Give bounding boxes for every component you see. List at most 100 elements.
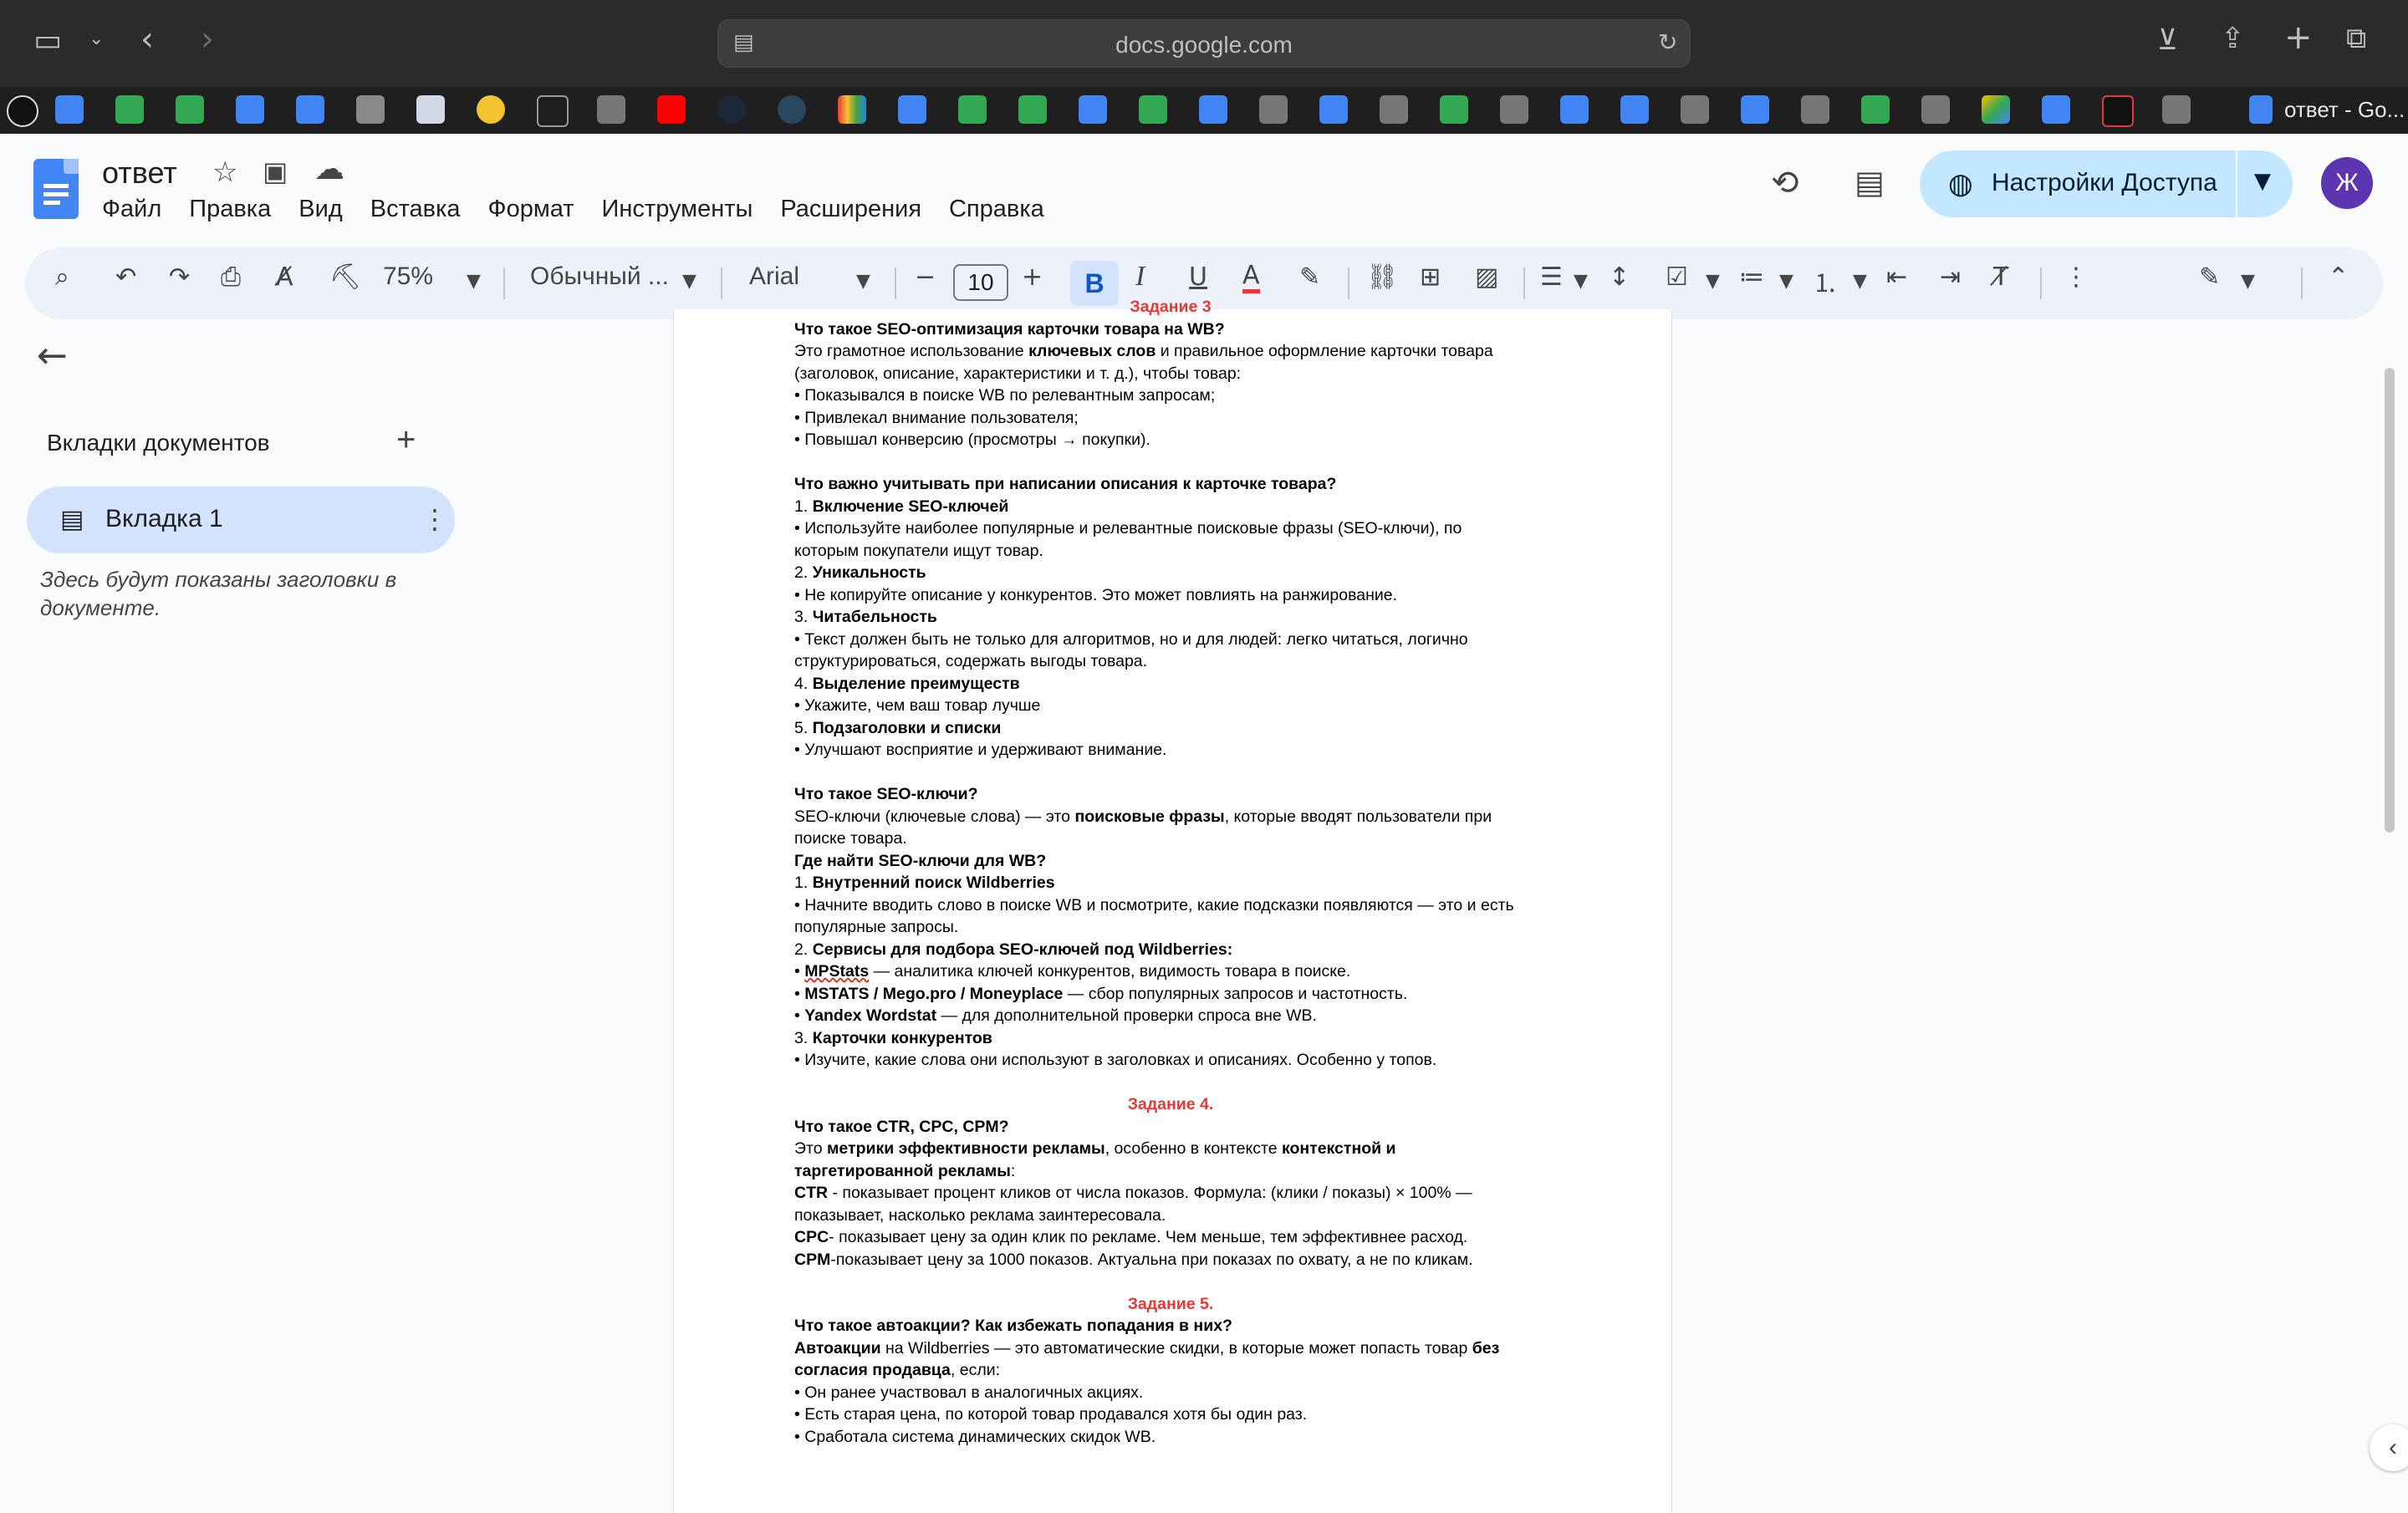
bookmark-28[interactable] [1620, 95, 1649, 124]
edit-mode-chevron-icon[interactable]: ▼ [2241, 271, 2255, 292]
bookmark-27[interactable] [1560, 95, 1589, 124]
highlight-icon[interactable]: ✎ [1299, 262, 1320, 292]
checklist-icon[interactable]: ☑ [1666, 262, 1688, 292]
bookmark-8[interactable] [416, 95, 445, 124]
checklist-chevron-icon[interactable]: ▼ [1706, 271, 1720, 292]
bullet-list-icon[interactable]: ≔ [1739, 262, 1764, 292]
underline-button[interactable]: U [1189, 262, 1207, 292]
share-button[interactable]: ◍ Настройки Доступа ▼ [1920, 150, 2293, 217]
bookmark-15[interactable] [838, 95, 866, 124]
bookmark-37[interactable] [2162, 95, 2191, 124]
bookmark-3[interactable] [115, 95, 144, 124]
share-icon[interactable]: ⇪ [2221, 22, 2245, 55]
bookmark-17[interactable] [958, 95, 987, 124]
decrease-font-size-icon[interactable]: − [915, 262, 936, 292]
sidebar-icon[interactable]: ▭ [33, 23, 62, 58]
bookmark-33[interactable] [1921, 95, 1950, 124]
link-icon[interactable]: ⛓ [1366, 262, 1398, 292]
history-icon[interactable]: ⟲ [1771, 164, 1799, 202]
paint-format-icon[interactable]: ⛏ [329, 262, 361, 292]
bookmark-35[interactable] [2042, 95, 2070, 124]
bookmark-20[interactable] [1139, 95, 1167, 124]
download-icon[interactable]: ⊻ [2157, 23, 2178, 57]
url-text[interactable]: docs.google.com [718, 32, 1690, 59]
sidebar-item-tab-1[interactable]: ▤ Вкладка 1 ⋮ [27, 487, 455, 553]
bookmark-14[interactable] [778, 95, 806, 124]
add-comment-icon[interactable]: ⊞ [1420, 262, 1441, 292]
move-icon[interactable]: ▣ [263, 155, 288, 187]
increase-font-size-icon[interactable]: + [1022, 262, 1043, 292]
bookmark-12[interactable] [657, 95, 686, 124]
bookmark-6[interactable] [296, 95, 324, 124]
reload-icon[interactable]: ↻ [1658, 28, 1677, 56]
menu-help[interactable]: Справка [949, 196, 1044, 223]
collapse-icon[interactable]: ⌃ [2328, 262, 2349, 292]
plus-icon[interactable]: + [2284, 18, 2313, 57]
address-bar[interactable]: ▤ docs.google.com ↻ [717, 19, 1691, 68]
bookmark-16[interactable] [898, 95, 926, 124]
style-chevron-icon[interactable]: ▼ [682, 271, 696, 292]
menu-view[interactable]: Вид [298, 196, 342, 223]
bookmark-26[interactable] [1500, 95, 1528, 124]
text-color-button[interactable]: A [1242, 262, 1260, 293]
bookmark-4[interactable] [176, 95, 204, 124]
add-tab-icon[interactable]: + [396, 421, 416, 459]
avatar[interactable]: Ж [2321, 157, 2373, 209]
bookmark-23[interactable] [1319, 95, 1348, 124]
bookmark-31[interactable] [1801, 95, 1829, 124]
vertical-scrollbar[interactable] [2385, 368, 2395, 833]
expand-side-panel-icon[interactable]: ‹ [2370, 1424, 2408, 1471]
numbered-list-icon[interactable]: ⒈ [1813, 262, 1838, 299]
cloud-icon[interactable]: ☁ [314, 152, 344, 186]
back-icon[interactable]: ← [37, 334, 68, 377]
align-chevron-icon[interactable]: ▼ [1574, 271, 1588, 292]
style-select[interactable]: Обычный ... [530, 262, 669, 291]
forward-icon[interactable]: › [201, 20, 214, 59]
bookmark-11[interactable] [597, 95, 625, 124]
menu-extensions[interactable]: Расширения [780, 196, 921, 223]
comment-icon[interactable]: ▤ [1854, 164, 1885, 201]
menu-format[interactable]: Формат [488, 196, 574, 223]
font-chevron-icon[interactable]: ▼ [856, 271, 870, 292]
back-icon[interactable]: ‹ [140, 20, 154, 59]
menu-insert[interactable]: Вставка [370, 196, 461, 223]
document-page[interactable]: Задание 3 Что такое SEO-оптимизация карт… [673, 298, 1672, 1513]
share-dropdown-icon[interactable]: ▼ [2254, 169, 2271, 194]
bookmark-19[interactable] [1079, 95, 1107, 124]
bookmark-32[interactable] [1861, 95, 1890, 124]
print-icon[interactable]: ⎙ [221, 262, 241, 292]
star-bookmark[interactable] [537, 95, 569, 127]
chevron-down-icon[interactable]: ⌄ [89, 28, 104, 49]
docs-logo-icon[interactable] [33, 159, 79, 219]
bookmark-36[interactable] [2102, 95, 2134, 127]
zoom-chevron-icon[interactable]: ▼ [467, 271, 481, 292]
menu-edit[interactable]: Правка [189, 196, 271, 223]
bookmark-34[interactable] [1982, 95, 2010, 124]
star-icon[interactable]: ☆ [212, 155, 237, 189]
bookmark-18[interactable] [1018, 95, 1047, 124]
tabs-icon[interactable]: ⧉ [2346, 22, 2366, 55]
bookmark-24[interactable] [1380, 95, 1408, 124]
zoom-select[interactable]: 75% [383, 262, 433, 291]
bookmark-9[interactable] [477, 95, 505, 124]
bookmark-7[interactable] [356, 95, 385, 124]
edit-mode-icon[interactable]: ✎ [2199, 262, 2220, 292]
clear-format-icon[interactable]: T̸ [1993, 262, 2008, 292]
align-icon[interactable]: ☰ [1540, 262, 1563, 292]
indent-decrease-icon[interactable]: ⇤ [1886, 262, 1907, 292]
undo-icon[interactable]: ↶ [115, 262, 136, 292]
bookmark-30[interactable] [1741, 95, 1769, 124]
active-tab-title[interactable]: ответ - Go... [2284, 97, 2405, 123]
bookmark-1[interactable] [7, 95, 38, 127]
bookmark-5[interactable] [236, 95, 264, 124]
image-icon[interactable]: ▨ [1475, 262, 1498, 292]
indent-increase-icon[interactable]: ⇥ [1940, 262, 1961, 292]
line-spacing-icon[interactable]: ↕ [1609, 262, 1630, 292]
italic-button[interactable]: I [1135, 261, 1145, 293]
more-icon[interactable]: ⋮ [421, 503, 448, 535]
spellcheck-icon[interactable]: A̸ [276, 262, 293, 292]
bookmark-22[interactable] [1259, 95, 1288, 124]
bullet-chevron-icon[interactable]: ▼ [1779, 271, 1793, 292]
document-body[interactable]: Задание 3 Что такое SEO-оптимизация карт… [794, 296, 1547, 1448]
menu-tools[interactable]: Инструменты [602, 196, 753, 223]
